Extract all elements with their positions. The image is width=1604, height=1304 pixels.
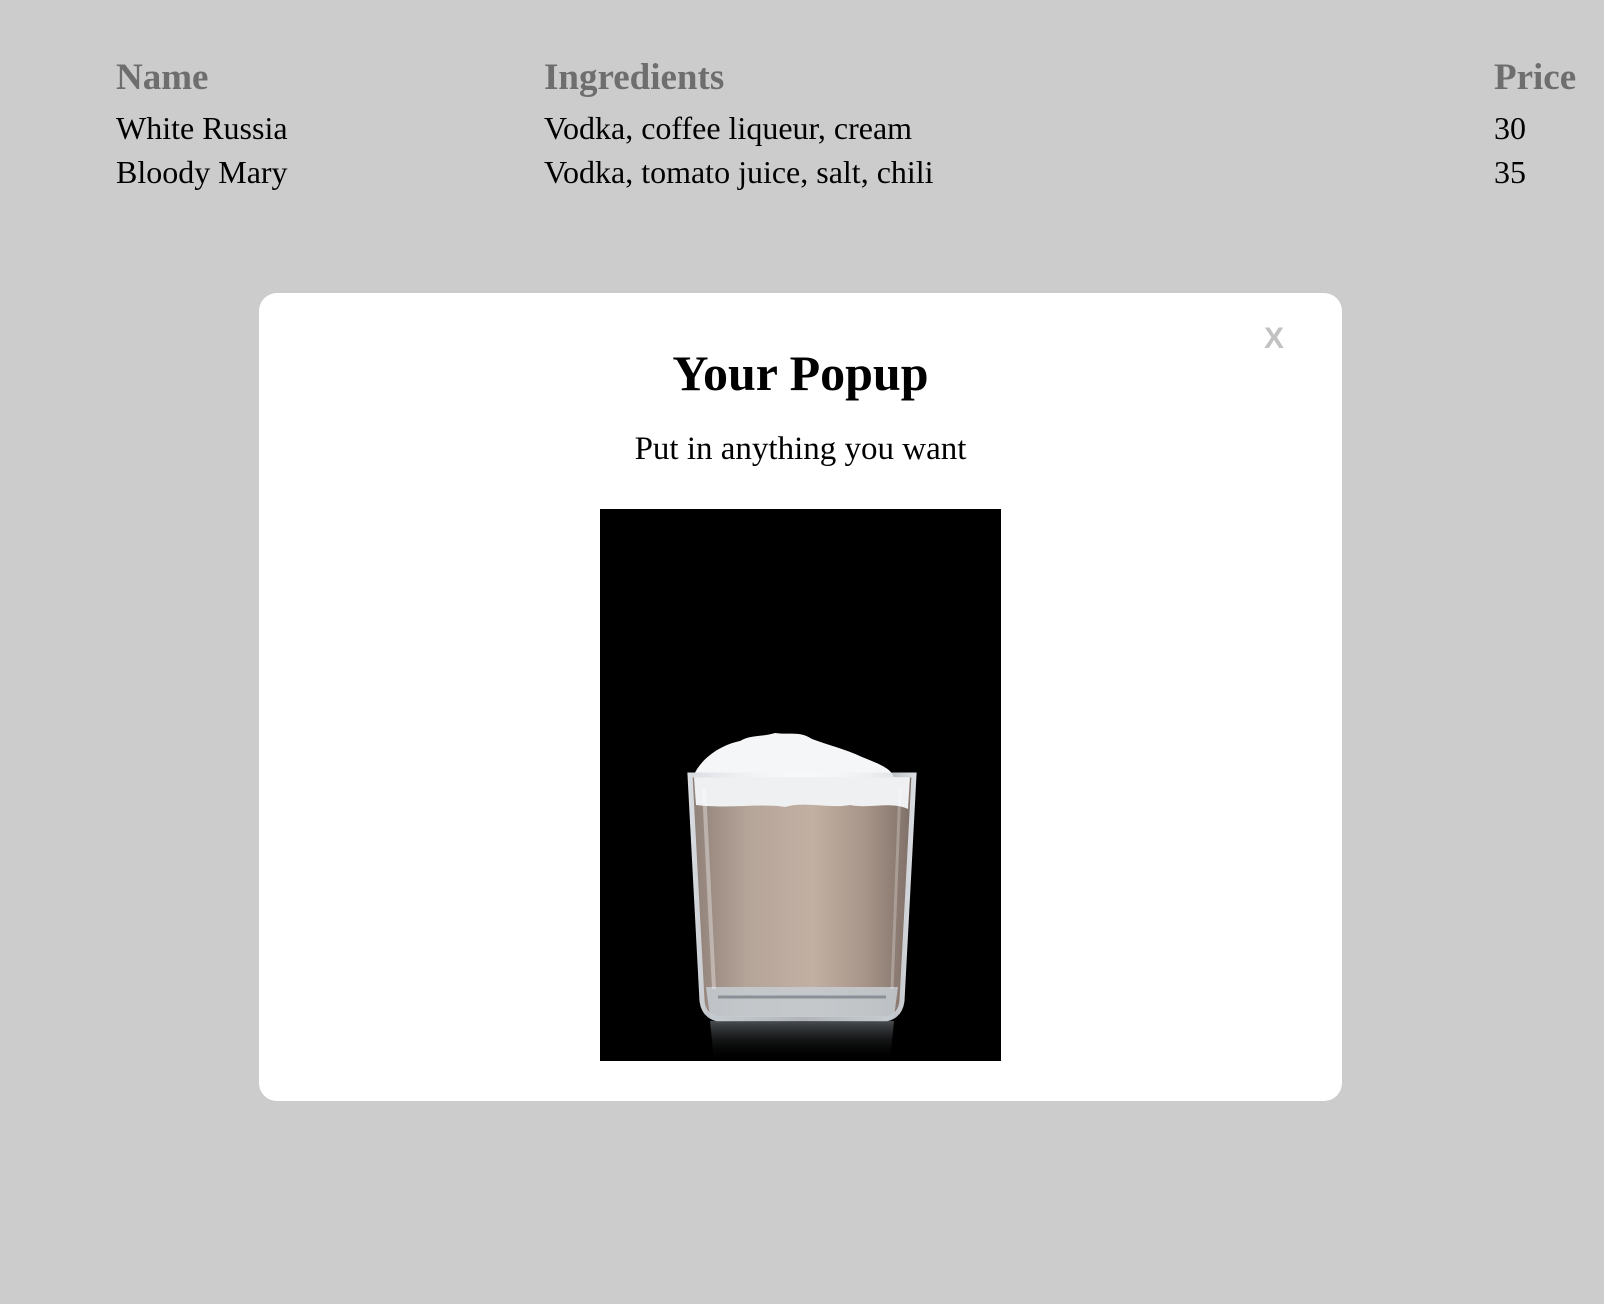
header-ingredients: Ingredients	[544, 57, 725, 98]
cell-name: Bloody Mary	[116, 154, 288, 190]
cell-price: 35	[1494, 154, 1526, 190]
menu-table: Name White Russia Bloody Mary Ingredient…	[0, 0, 1604, 220]
popup-title: Your Popup	[672, 345, 929, 401]
cell-price: 30	[1494, 110, 1526, 146]
popup-text: Put in anything you want	[634, 431, 967, 467]
header-price: Price	[1494, 57, 1577, 98]
header-name: Name	[116, 57, 209, 98]
popup-dialog: X Your Popup Put in anything you want	[259, 293, 1342, 1101]
cocktail-image	[600, 509, 1001, 1061]
cell-ingredients: Vodka, coffee liqueur, cream	[544, 110, 913, 146]
cell-name: White Russia	[116, 110, 288, 146]
cell-ingredients: Vodka, tomato juice, salt, chili	[544, 154, 934, 190]
